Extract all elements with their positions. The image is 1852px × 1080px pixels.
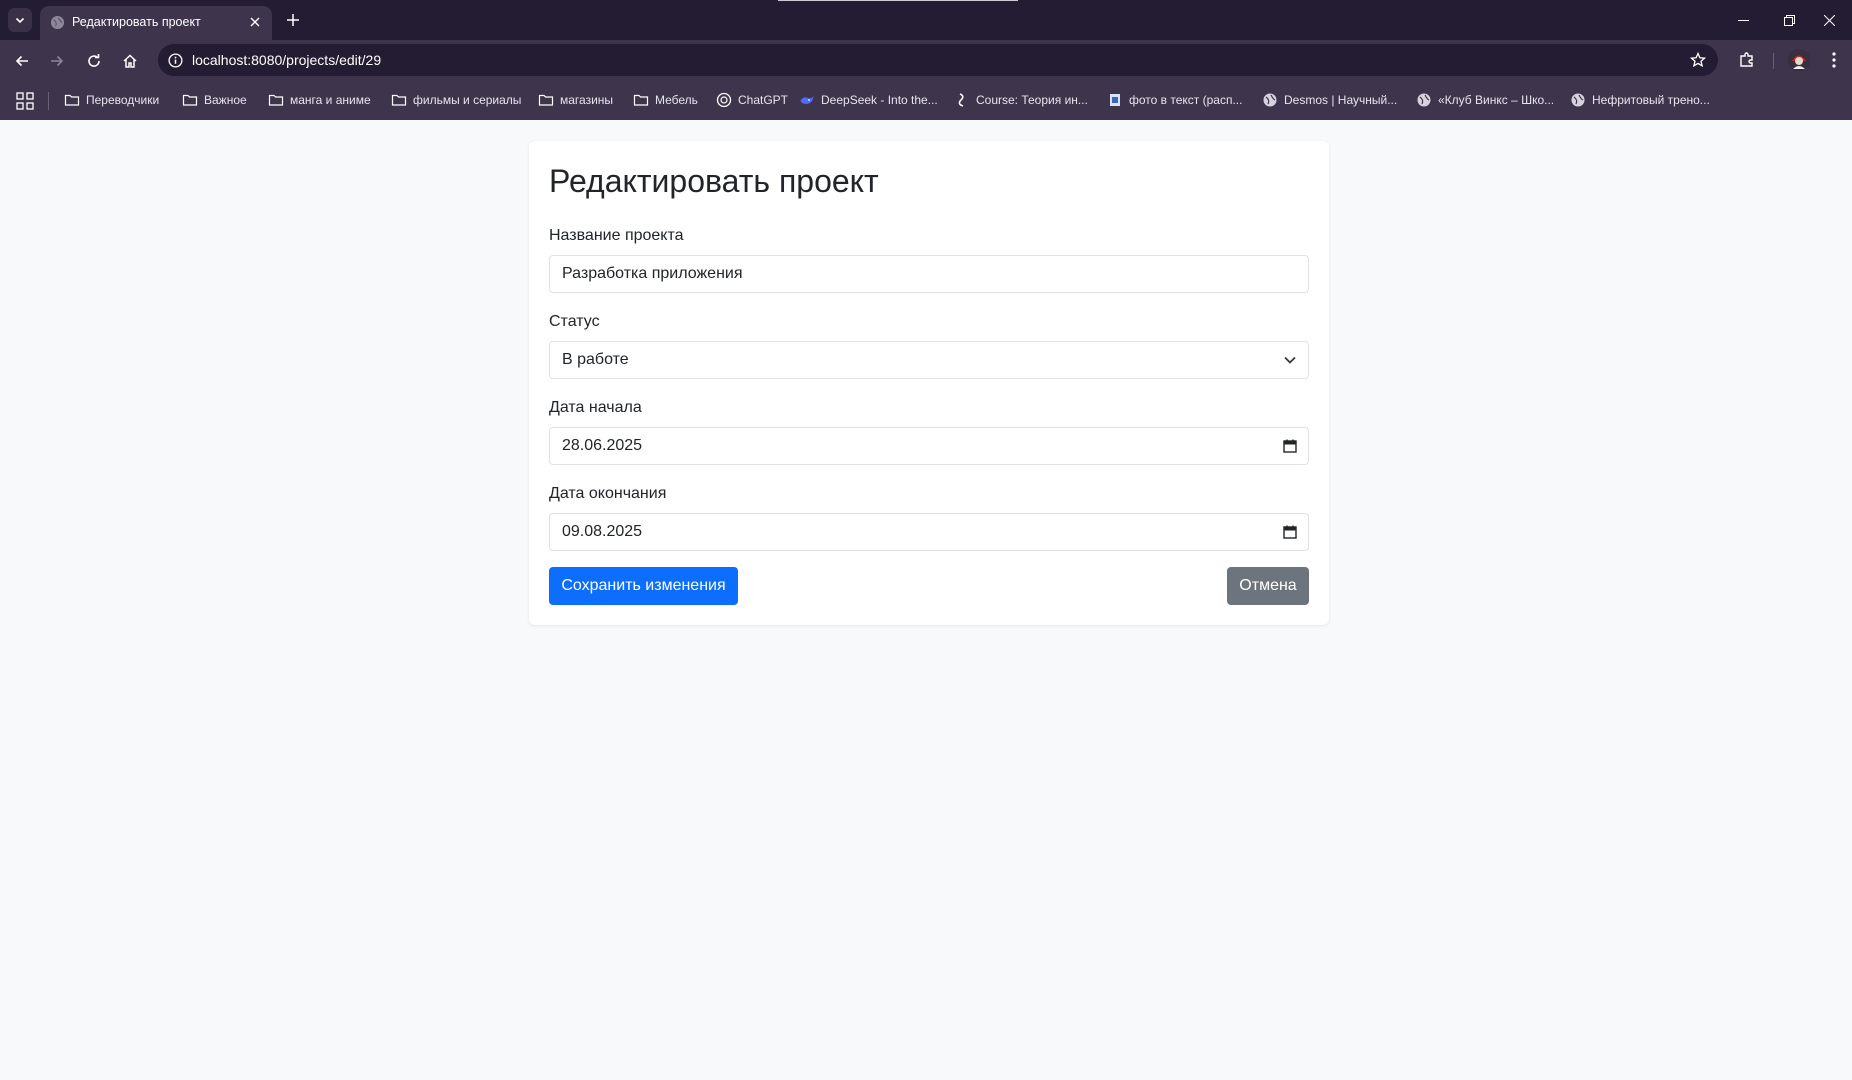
project-name-value: Разработка приложения [562,265,743,282]
reload-button[interactable] [80,47,108,75]
bookmark-label: манга и аниме [290,93,371,107]
status-value: В работе [562,351,629,368]
bookmark-label: Desmos | Научный... [1284,93,1398,107]
status-label: Статус [549,313,600,330]
bookmark-label: Course: Теория ин... [976,93,1088,107]
bookmark-label: Переводчики [86,93,160,107]
bookmark-label: ChatGPT [738,93,789,107]
url-text: localhost:8080/projects/edit/29 [192,52,382,68]
puzzle-icon [1740,52,1753,67]
end-date-label: Дата окончания [549,485,667,502]
calendar-icon[interactable] [1282,438,1298,454]
course-icon [958,93,964,107]
chevron-down-icon [15,17,25,24]
bookmark-folder-shops[interactable]: магазины [538,90,613,110]
close-window-button[interactable] [1806,0,1852,40]
globe-icon [50,15,65,30]
close-icon [250,17,260,27]
home-icon [123,54,137,68]
bookmark-label: «Клуб Винкс – Шко... [1438,93,1555,107]
address-bar[interactable]: localhost:8080/projects/edit/29 [158,44,1718,76]
bookmark-label: Нефритовый трено... [1592,93,1710,107]
star-icon [1690,52,1706,68]
tab-search-button[interactable] [8,8,32,32]
bookmark-label: Мебель [655,93,698,107]
bookmarks-divider [48,92,49,110]
back-button[interactable] [8,47,36,75]
scan-icon [1110,94,1120,106]
globe-icon [1263,93,1277,107]
toolbar-divider [1773,53,1774,69]
tab-strip: Редактировать проект [0,0,1852,40]
end-date-input[interactable]: 09.08.2025 [549,513,1309,551]
bookmark-folder-furniture[interactable]: Мебель [633,90,698,110]
active-tab[interactable]: Редактировать проект [40,6,272,40]
cancel-button[interactable]: Отмена [1227,567,1309,605]
bookmark-label: DeepSeek - Into the... [821,93,938,107]
start-date-value: 28.06.2025 [562,437,643,454]
profile-icon [1788,49,1810,71]
start-date-label: Дата начала [549,399,642,416]
bookmark-label: фото в текст (расп... [1129,93,1243,107]
reload-icon [88,54,100,67]
more-vertical-icon [1832,52,1836,68]
tab-close-button[interactable] [246,13,264,31]
info-icon [167,52,183,68]
save-changes-button[interactable]: Сохранить изменения [549,567,738,605]
close-icon [1823,14,1835,26]
profile-avatar[interactable] [1788,49,1810,71]
bookmark-desmos[interactable]: Desmos | Научный... [1262,90,1397,110]
page-title: Редактировать проект [549,163,879,199]
folder-icon [538,94,554,106]
project-name-label: Название проекта [549,227,684,244]
site-info-button[interactable] [166,51,184,69]
extensions-button[interactable] [1734,47,1760,73]
end-date-value: 09.08.2025 [562,523,643,540]
bookmark-photo-to-text[interactable]: фото в текст (расп... [1107,90,1242,110]
bookmark-jade-trainer[interactable]: Нефритовый трено... [1570,90,1710,110]
folder-icon [633,94,649,106]
status-select[interactable]: В работе [549,341,1309,379]
bookmark-folder-movies[interactable]: фильмы и сериалы [391,90,521,110]
minimize-icon [1737,19,1749,21]
folder-icon [268,94,284,106]
deepseek-icon [800,96,814,104]
folder-icon [391,94,407,106]
globe-icon [1417,93,1431,107]
edit-project-card: Редактировать проект Название проекта Ра… [529,141,1329,625]
window-drag-indicator [778,0,1018,1]
bookmark-deepseek[interactable]: DeepSeek - Into the... [799,90,938,110]
bookmark-chatgpt[interactable]: ChatGPT [716,90,788,110]
bookmark-folder-manga[interactable]: манга и аниме [268,90,371,110]
restore-icon [1783,14,1795,26]
chevron-down-icon [1284,356,1296,364]
bookmarks-bar: Переводчики Важное манга и аниме фильмы … [0,80,1852,120]
browser-menu-button[interactable] [1822,48,1846,72]
bookmark-folder-important[interactable]: Важное [182,90,247,110]
plus-icon [287,14,299,26]
bookmark-course[interactable]: Course: Теория ин... [954,90,1088,110]
project-name-input[interactable]: Разработка приложения [549,255,1309,293]
bookmark-winx-club[interactable]: «Клуб Винкс – Шко... [1416,90,1554,110]
home-button[interactable] [116,47,144,75]
arrow-left-icon [15,55,28,67]
folder-icon [64,94,80,106]
bookmark-folder-translators[interactable]: Переводчики [64,90,159,110]
start-date-input[interactable]: 28.06.2025 [549,427,1309,465]
bookmark-label: фильмы и сериалы [413,93,522,107]
bookmark-star-button[interactable] [1688,50,1708,70]
apps-grid-icon[interactable] [16,92,34,110]
arrow-right-icon [51,55,64,67]
folder-icon [182,94,198,106]
calendar-icon[interactable] [1282,524,1298,540]
minimize-button[interactable] [1720,0,1766,40]
tab-title: Редактировать проект [72,15,201,29]
new-tab-button[interactable] [282,9,304,31]
chatgpt-icon [716,92,732,108]
forward-button[interactable] [43,47,71,75]
bookmark-label: магазины [560,93,614,107]
bookmark-label: Важное [204,93,247,107]
globe-icon [1571,93,1585,107]
browser-toolbar: localhost:8080/projects/edit/29 [0,40,1852,80]
